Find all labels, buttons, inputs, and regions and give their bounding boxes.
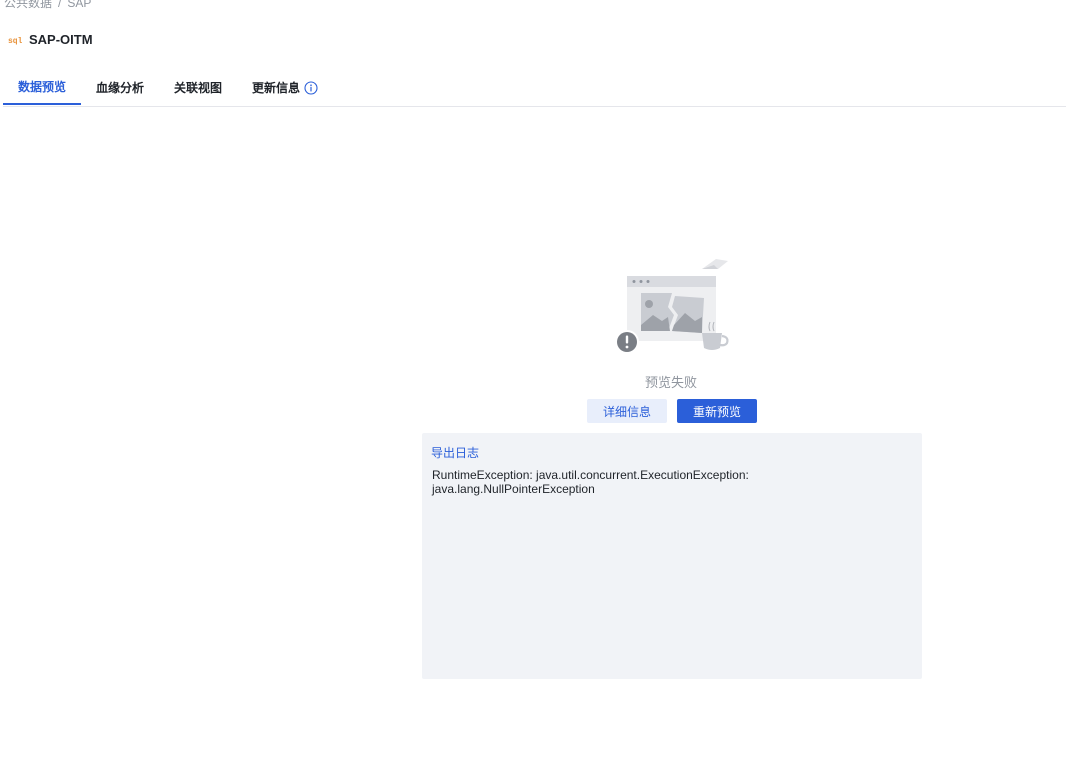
tab-label: 数据预览 — [17, 80, 66, 94]
log-line: java.lang.NullPointerException — [432, 482, 595, 496]
tab-label: 更新信息 — [252, 81, 301, 95]
breadcrumb-item-public-data[interactable]: 公共数据 — [4, 0, 52, 10]
tab-bar: 数据预览 血缘分析 关联视图 更新信息 — [3, 70, 1066, 107]
info-icon[interactable] — [304, 80, 318, 95]
breadcrumb-separator: / — [58, 0, 62, 10]
error-log-text: RuntimeException: java.util.concurrent.E… — [432, 468, 892, 496]
breadcrumb: 公共数据 / SAP — [4, 0, 91, 11]
detail-info-button[interactable]: 详细信息 — [587, 399, 667, 423]
export-log-link[interactable]: 导出日志 — [431, 444, 479, 461]
error-log-panel: 导出日志 RuntimeException: java.util.concurr… — [422, 433, 922, 679]
tab-update-info[interactable]: 更新信息 — [252, 70, 318, 105]
preview-failed-illustration — [610, 255, 735, 355]
preview-status-text: 预览失败 — [644, 375, 697, 390]
tab-data-preview[interactable]: 数据预览 — [3, 70, 81, 105]
tab-label: 血缘分析 — [96, 81, 145, 95]
retry-preview-button[interactable]: 重新预览 — [677, 399, 757, 423]
sql-icon: sql — [8, 33, 22, 47]
log-line: RuntimeException: java.util.concurrent.E… — [432, 468, 749, 482]
page-title: SAP-OITM — [29, 32, 93, 47]
title-row: sql SAP-OITM — [8, 32, 93, 47]
tab-lineage-analysis[interactable]: 血缘分析 — [96, 70, 144, 105]
tab-related-view[interactable]: 关联视图 — [174, 70, 222, 105]
breadcrumb-item-sap[interactable]: SAP — [67, 0, 91, 10]
svg-text:sql: sql — [8, 37, 22, 45]
tab-label: 关联视图 — [174, 81, 223, 95]
